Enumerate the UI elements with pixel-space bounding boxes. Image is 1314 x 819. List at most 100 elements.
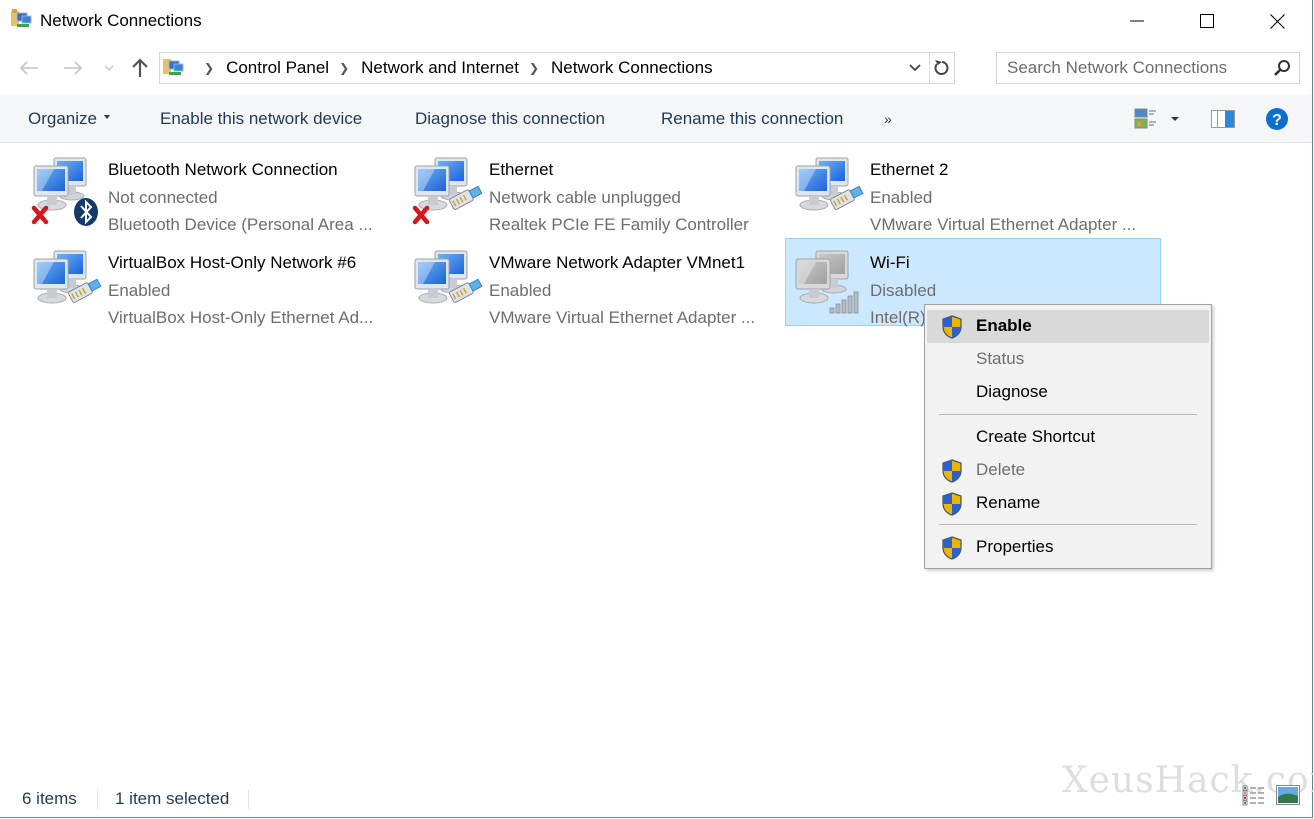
connection-device: Intel(R) (870, 308, 926, 327)
breadcrumb-separator-icon[interactable]: ❯ (529, 61, 539, 75)
command-bar: Organize Enable this network device Diag… (0, 95, 1312, 143)
help-button[interactable]: ? (1265, 95, 1289, 142)
bluetooth-adapter-icon (31, 157, 98, 226)
breadcrumb-network-connections[interactable]: Network Connections (551, 58, 713, 78)
details-view-icon (1242, 785, 1264, 806)
uac-shield-icon (942, 492, 962, 516)
change-view-icon (1134, 108, 1156, 128)
refresh-icon (934, 60, 949, 75)
caret-down-icon (103, 114, 110, 119)
more-commands-button[interactable]: » (884, 95, 892, 142)
close-button[interactable] (1242, 0, 1312, 42)
explorer-window: Network Connections ❯ Control Panel ❯ Ne… (0, 0, 1314, 818)
selection-count: 1 item selected (115, 789, 230, 808)
connection-status: Network cable unplugged (489, 188, 681, 207)
menu-item-create-shortcut[interactable]: Create Shortcut (927, 421, 1209, 454)
status-divider (248, 789, 249, 809)
network-connections-app-icon (11, 9, 33, 29)
connection-item[interactable]: VirtualBox Host-Only Network #6 Enabled … (23, 238, 399, 327)
status-divider (97, 789, 98, 809)
back-arrow-icon (19, 61, 38, 75)
menu-item-diagnose[interactable]: Diagnose (927, 376, 1209, 409)
search-input[interactable] (997, 53, 1269, 83)
breadcrumb-separator-icon[interactable]: ❯ (339, 61, 349, 75)
connection-device: VMware Virtual Ethernet Adapter ... (870, 215, 1137, 234)
breadcrumb-network-and-internet[interactable]: Network and Internet (361, 58, 519, 78)
connection-name: Bluetooth Network Connection (108, 160, 338, 179)
menu-separator (939, 524, 1197, 525)
menu-item-status[interactable]: Status (927, 343, 1209, 376)
connection-device: VirtualBox Host-Only Ethernet Ad... (108, 308, 374, 327)
minimize-icon (1130, 20, 1144, 22)
breadcrumb-separator-icon[interactable]: ❯ (204, 61, 214, 75)
recent-locations-button[interactable] (100, 54, 118, 82)
uac-shield-icon (942, 315, 962, 339)
uac-shield-icon (942, 459, 962, 483)
ethernet-adapter-icon (412, 157, 483, 225)
connection-name: Ethernet (489, 160, 554, 179)
menu-separator (939, 414, 1197, 415)
breadcrumb: ❯ Control Panel ❯ Network and Internet ❯… (194, 53, 713, 83)
navigation-bar: ❯ Control Panel ❯ Network and Internet ❯… (0, 48, 1312, 88)
change-view-button[interactable] (1134, 95, 1160, 142)
window-title: Network Connections (40, 11, 202, 30)
preview-pane-button[interactable] (1211, 95, 1235, 142)
menu-item-label: Status (976, 349, 1025, 368)
search-box (996, 52, 1300, 84)
svg-text:?: ? (1272, 112, 1282, 129)
minimize-button[interactable] (1102, 0, 1172, 42)
forward-button[interactable] (58, 54, 88, 82)
connection-status: Not connected (108, 188, 218, 207)
menu-item-enable[interactable]: Enable (927, 310, 1209, 343)
help-icon: ? (1266, 107, 1288, 130)
up-arrow-icon (132, 58, 148, 77)
diagnose-connection-button[interactable]: Diagnose this connection (415, 95, 605, 142)
uac-shield-icon (942, 536, 962, 560)
ethernet-adapter-icon (414, 250, 483, 304)
caret-down-icon (1171, 116, 1179, 121)
connection-item[interactable]: VMware Network Adapter VMnet1 Enabled VM… (404, 238, 780, 327)
wifi-adapter-icon (795, 250, 859, 314)
menu-item-rename[interactable]: Rename (927, 487, 1209, 520)
connection-item[interactable]: Bluetooth Network Connection Not connect… (23, 145, 399, 234)
connection-item[interactable]: Ethernet 2 Enabled VMware Virtual Ethern… (785, 145, 1161, 234)
refresh-button[interactable] (930, 53, 954, 83)
ethernet-adapter-icon (795, 157, 864, 211)
organize-label: Organize (28, 108, 97, 128)
maximize-icon (1200, 14, 1214, 28)
view-options-dropdown[interactable] (1170, 95, 1180, 142)
address-history-dropdown[interactable] (901, 53, 930, 83)
details-view-button[interactable] (1242, 785, 1266, 812)
enable-device-button[interactable]: Enable this network device (160, 95, 362, 142)
maximize-button[interactable] (1172, 0, 1242, 42)
connection-name: VirtualBox Host-Only Network #6 (108, 253, 357, 272)
menu-item-label: Create Shortcut (976, 427, 1096, 446)
connection-name: Wi-Fi (870, 253, 910, 272)
connection-device: Bluetooth Device (Personal Area ... (108, 215, 373, 234)
connection-status: Enabled (489, 281, 552, 300)
menu-item-label: Delete (976, 460, 1026, 479)
network-connections-location-icon (163, 57, 185, 77)
menu-item-delete[interactable]: Delete (927, 454, 1209, 487)
connection-name: VMware Network Adapter VMnet1 (489, 253, 746, 272)
chevron-down-icon (909, 64, 921, 72)
organize-menu-button[interactable]: Organize (28, 95, 110, 142)
rename-connection-button[interactable]: Rename this connection (661, 95, 843, 142)
up-button[interactable] (126, 54, 154, 82)
forward-arrow-icon (64, 61, 83, 75)
address-bar[interactable]: ❯ Control Panel ❯ Network and Internet ❯… (159, 52, 955, 84)
connection-name: Ethernet 2 (870, 160, 949, 179)
menu-item-properties[interactable]: Properties (927, 531, 1209, 564)
menu-item-label: Rename (976, 493, 1041, 512)
close-icon (1269, 13, 1285, 29)
connection-device: Realtek PCIe FE Family Controller (489, 215, 749, 234)
connection-device: VMware Virtual Ethernet Adapter ... (489, 308, 756, 327)
menu-item-label: Properties (976, 537, 1054, 556)
large-icons-view-button[interactable] (1276, 785, 1300, 810)
back-button[interactable] (14, 54, 44, 82)
menu-item-label: Enable (976, 316, 1032, 335)
connection-item[interactable]: Ethernet Network cable unplugged Realtek… (404, 145, 780, 234)
breadcrumb-control-panel[interactable]: Control Panel (226, 58, 329, 78)
search-icon[interactable] (1273, 59, 1291, 77)
connection-status: Enabled (870, 188, 933, 207)
